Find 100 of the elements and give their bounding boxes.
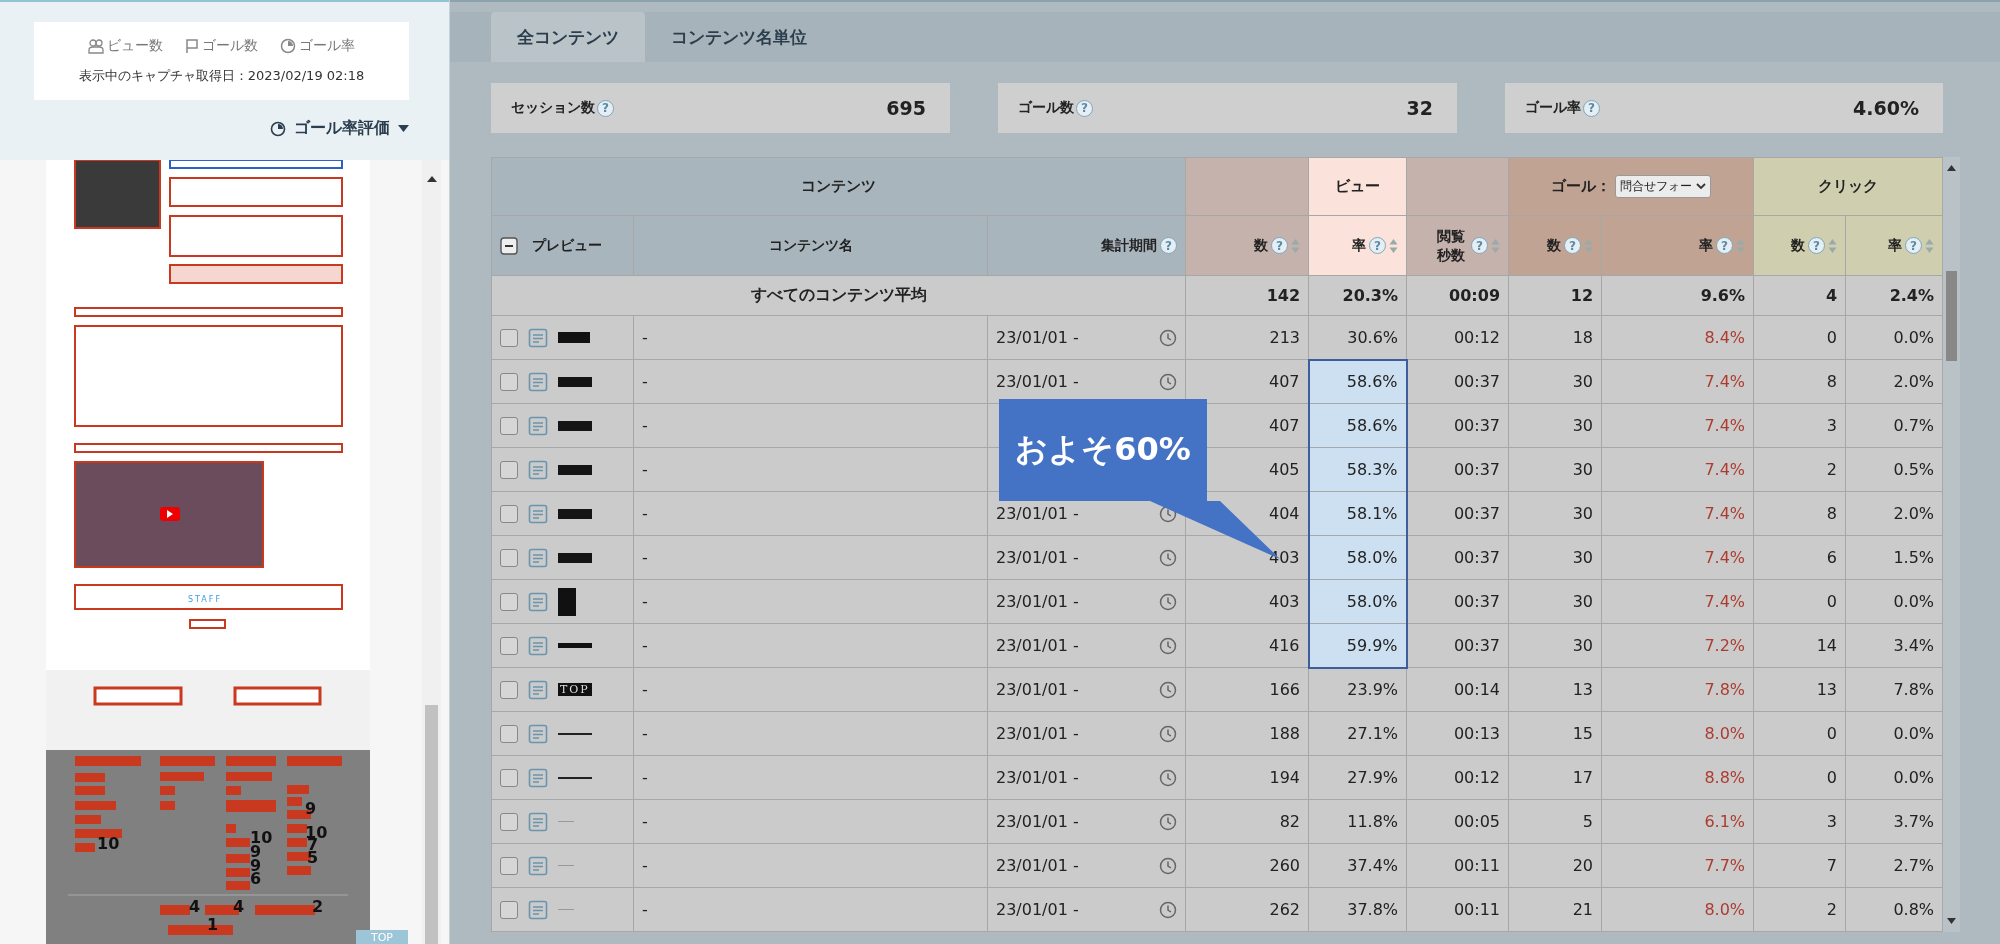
clock-icon[interactable] bbox=[1159, 680, 1178, 699]
table-cell: 30 bbox=[1508, 403, 1602, 448]
row-checkbox[interactable] bbox=[500, 328, 518, 347]
help-icon[interactable]: ? bbox=[1716, 237, 1734, 254]
clock-icon[interactable] bbox=[1159, 328, 1178, 347]
clock-icon[interactable] bbox=[1159, 636, 1178, 655]
row-checkbox[interactable] bbox=[500, 900, 518, 919]
column-label[interactable]: 数 bbox=[1547, 236, 1562, 255]
clock-icon[interactable] bbox=[1159, 768, 1178, 787]
scroll-up-icon[interactable] bbox=[427, 176, 437, 182]
content-name: - bbox=[633, 799, 988, 844]
table-cell: 5 bbox=[1508, 799, 1602, 844]
document-icon[interactable] bbox=[528, 899, 548, 920]
table-cell: 3.7% bbox=[1845, 799, 1943, 844]
group-header: ビュー bbox=[1308, 157, 1407, 216]
stat-value: 695 bbox=[886, 97, 926, 119]
row-checkbox[interactable] bbox=[500, 768, 518, 787]
help-icon[interactable]: ? bbox=[1160, 237, 1178, 254]
help-icon[interactable]: ? bbox=[1271, 237, 1289, 254]
average-cell: 9.6% bbox=[1601, 275, 1754, 316]
document-icon[interactable] bbox=[528, 855, 548, 876]
table-cell: 00:37 bbox=[1406, 359, 1509, 404]
table-cell: 13 bbox=[1753, 667, 1846, 712]
sort-icon[interactable] bbox=[1828, 237, 1838, 254]
row-checkbox[interactable] bbox=[500, 592, 518, 611]
content-name: - bbox=[633, 491, 988, 536]
stat-value: 32 bbox=[1406, 97, 1433, 119]
column-label[interactable]: プレビュー bbox=[532, 236, 602, 255]
column-label[interactable]: 数 bbox=[1791, 236, 1806, 255]
clock-icon[interactable] bbox=[1159, 724, 1178, 743]
document-icon[interactable] bbox=[528, 459, 548, 480]
row-checkbox[interactable] bbox=[500, 856, 518, 875]
column-label[interactable]: 集計期間 bbox=[1101, 236, 1158, 255]
table-cell: 3 bbox=[1753, 403, 1846, 448]
row-checkbox[interactable] bbox=[500, 504, 518, 523]
row-checkbox[interactable] bbox=[500, 548, 518, 567]
column-label[interactable]: 率 bbox=[1888, 236, 1903, 255]
help-icon[interactable]: ? bbox=[597, 99, 614, 117]
thumbnail bbox=[558, 508, 592, 519]
row-checkbox[interactable] bbox=[500, 460, 518, 479]
clock-icon[interactable] bbox=[1159, 372, 1178, 391]
row-checkbox[interactable] bbox=[500, 812, 518, 831]
row-checkbox[interactable] bbox=[500, 636, 518, 655]
sort-icon[interactable] bbox=[1389, 237, 1399, 254]
scrollbar-thumb[interactable] bbox=[425, 705, 438, 944]
table-cell: 403 bbox=[1185, 579, 1309, 624]
table-cell: 407 bbox=[1185, 359, 1309, 404]
help-icon[interactable]: ? bbox=[1564, 237, 1582, 254]
clock-icon[interactable] bbox=[1159, 592, 1178, 611]
sort-icon[interactable] bbox=[1925, 237, 1935, 254]
document-icon[interactable] bbox=[528, 635, 548, 656]
thumbnail bbox=[558, 776, 592, 779]
table-cell: 00:37 bbox=[1406, 403, 1509, 448]
document-icon[interactable] bbox=[528, 503, 548, 524]
clock-icon[interactable] bbox=[1159, 812, 1178, 831]
mode-dropdown[interactable]: ゴール率評価 bbox=[270, 118, 409, 139]
stat-label: ゴール数 bbox=[1018, 99, 1074, 117]
column-label[interactable]: 率 bbox=[1699, 236, 1714, 255]
column-label[interactable]: コンテンツ名 bbox=[768, 236, 853, 255]
goal-select[interactable]: 問合せフォー bbox=[1615, 175, 1712, 198]
table-cell: 30 bbox=[1508, 623, 1602, 668]
row-checkbox[interactable] bbox=[500, 416, 518, 435]
table-cell: 2.0% bbox=[1845, 491, 1943, 536]
collapse-checkbox-icon[interactable] bbox=[500, 236, 518, 255]
period-text: 23/01/01 - bbox=[996, 680, 1079, 699]
scrollbar-thumb[interactable] bbox=[1946, 271, 1958, 361]
help-icon[interactable]: ? bbox=[1471, 237, 1489, 254]
clock-icon[interactable] bbox=[1159, 856, 1178, 875]
document-icon[interactable] bbox=[528, 591, 548, 612]
play-icon bbox=[160, 507, 180, 521]
table-cell: 7.8% bbox=[1601, 667, 1754, 712]
help-icon[interactable]: ? bbox=[1808, 237, 1826, 254]
table-cell: 6 bbox=[1753, 535, 1846, 580]
tab[interactable]: コンテンツ名単位 bbox=[645, 12, 833, 62]
scroll-down-icon[interactable] bbox=[1947, 918, 1957, 924]
document-icon[interactable] bbox=[528, 415, 548, 436]
document-icon[interactable] bbox=[528, 723, 548, 744]
document-icon[interactable] bbox=[528, 811, 548, 832]
table-cell: 2.7% bbox=[1845, 843, 1943, 888]
column-label[interactable]: 数 bbox=[1254, 236, 1269, 255]
column-label[interactable]: 閲覧秒数 bbox=[1437, 227, 1469, 264]
help-icon[interactable]: ? bbox=[1076, 99, 1093, 117]
document-icon[interactable] bbox=[528, 371, 548, 392]
document-icon[interactable] bbox=[528, 679, 548, 700]
column-label[interactable]: 率 bbox=[1352, 236, 1367, 255]
document-icon[interactable] bbox=[528, 767, 548, 788]
table-cell: 00:13 bbox=[1406, 711, 1509, 756]
document-icon[interactable] bbox=[528, 327, 548, 348]
tab[interactable]: 全コンテンツ bbox=[491, 12, 645, 62]
scroll-up-icon[interactable] bbox=[1947, 165, 1957, 171]
average-cell: 12 bbox=[1508, 275, 1602, 316]
help-icon[interactable]: ? bbox=[1369, 237, 1387, 254]
row-checkbox[interactable] bbox=[500, 680, 518, 699]
row-checkbox[interactable] bbox=[500, 724, 518, 743]
help-icon[interactable]: ? bbox=[1905, 237, 1923, 254]
row-checkbox[interactable] bbox=[500, 372, 518, 391]
clock-icon[interactable] bbox=[1159, 900, 1178, 919]
document-icon[interactable] bbox=[528, 547, 548, 568]
clock-icon[interactable] bbox=[1159, 548, 1178, 567]
help-icon[interactable]: ? bbox=[1583, 99, 1600, 117]
